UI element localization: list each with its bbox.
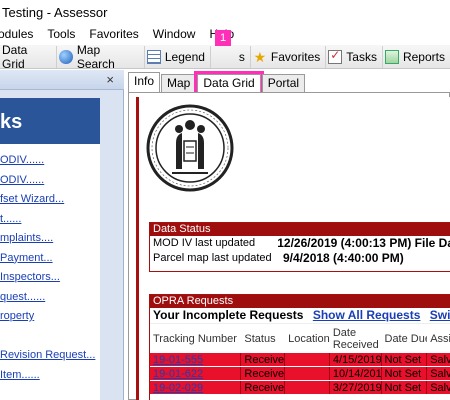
- date-received-cell: 4/15/2019: [330, 353, 382, 366]
- task-link[interactable]: Payment...: [0, 249, 100, 269]
- switch-back-link[interactable]: Switch Back: [430, 308, 450, 322]
- info-page: Data Status MOD IV last updated 12/26/20…: [136, 97, 450, 400]
- menu-modules[interactable]: odules: [0, 27, 33, 41]
- tab-map[interactable]: Map: [161, 74, 197, 92]
- task-link[interactable]: t......: [0, 210, 100, 230]
- tracking-link[interactable]: 19-02-029: [150, 381, 242, 394]
- county-seal-icon: [146, 104, 234, 192]
- window-title: Testing - Assessor: [0, 0, 450, 24]
- partial-button[interactable]: s: [211, 45, 251, 68]
- task-link[interactable]: Item......: [0, 366, 100, 386]
- task-panel-body: ks ODIV...... ODIV...... fset Wizard... …: [0, 98, 100, 400]
- menu-favorites[interactable]: Favorites: [89, 27, 138, 41]
- assigned-cell: Salva: [427, 381, 450, 394]
- location-cell: [285, 353, 330, 366]
- tab-info[interactable]: Info: [128, 72, 161, 92]
- data-grid-button-label: Data Grid: [2, 42, 28, 71]
- tasks-label: Tasks: [346, 49, 377, 64]
- tab-data-grid[interactable]: Data Grid: [194, 71, 264, 95]
- table-row[interactable]: 19-02-029 Received 3/27/2019 Not Set Sal…: [150, 381, 450, 395]
- star-icon: ★: [253, 48, 267, 65]
- column-header[interactable]: Status: [241, 333, 285, 345]
- date-due-cell: Not Set: [382, 353, 428, 366]
- data-status-row: MOD IV last updated 12/26/2019 (4:00:13 …: [150, 236, 450, 251]
- task-link[interactable]: roperty: [0, 307, 100, 327]
- column-header[interactable]: Date Received: [330, 327, 382, 351]
- opra-subtitle: Your Incomplete Requests: [153, 308, 304, 322]
- column-header[interactable]: Date Due: [382, 333, 428, 345]
- column-header[interactable]: Tracking Number: [150, 333, 241, 345]
- favorites-button[interactable]: ★ Favorites: [251, 45, 327, 68]
- opra-requests-panel: OPRA Requests Your Incomplete Requests S…: [149, 294, 450, 400]
- opra-subheader: Your Incomplete Requests Show All Reques…: [150, 308, 450, 323]
- task-link-spacer: [0, 327, 100, 347]
- column-header[interactable]: Assig: [427, 333, 450, 345]
- task-link[interactable]: quest......: [0, 288, 100, 308]
- data-status-header: Data Status: [150, 223, 450, 236]
- status-cell: Received: [241, 381, 286, 394]
- task-link[interactable]: ODIV......: [0, 151, 100, 171]
- task-panel-header: ×: [0, 70, 124, 90]
- date-received-cell: 10/14/2019: [330, 367, 382, 380]
- tracking-link[interactable]: 19-01-555: [150, 353, 242, 366]
- task-link[interactable]: Inspectors...: [0, 268, 100, 288]
- close-icon[interactable]: ×: [106, 72, 114, 87]
- menu-window[interactable]: Window: [153, 27, 196, 41]
- show-all-requests-link[interactable]: Show All Requests: [313, 308, 421, 322]
- reports-label: Reports: [402, 49, 445, 64]
- favorites-label: Favorites: [270, 49, 321, 64]
- data-grid-button[interactable]: Data Grid: [0, 42, 58, 71]
- table-row[interactable]: 19-01-555 Received 4/15/2019 Not Set Sal…: [150, 353, 450, 367]
- task-link[interactable]: ODIV......: [0, 171, 100, 191]
- data-status-row: Parcel map last updated 9/4/2018 (4:40:0…: [150, 251, 450, 266]
- globe-icon: [59, 49, 73, 64]
- tab-portal[interactable]: Portal: [261, 74, 306, 92]
- status-cell: Received: [241, 353, 286, 366]
- assigned-cell: Salva: [427, 367, 450, 380]
- status-cell: Received: [241, 367, 286, 380]
- task-link[interactable]: Revision Request...: [0, 346, 100, 366]
- toolbar: Data Grid Map Search Legend s ★ Favorites…: [0, 42, 450, 71]
- tasks-button[interactable]: Tasks: [326, 45, 383, 68]
- table-row[interactable]: 19-01-622 Received 10/14/2019 Not Set Sa…: [150, 367, 450, 381]
- status-label: MOD IV last updated: [153, 237, 256, 249]
- reports-button[interactable]: Reports: [383, 46, 450, 68]
- opra-header: OPRA Requests: [150, 295, 450, 308]
- partial-button-label: s: [238, 49, 245, 64]
- location-cell: [285, 367, 330, 380]
- assigned-cell: Salva: [427, 353, 450, 366]
- date-received-cell: 3/27/2019: [330, 381, 382, 394]
- task-panel-title: ks: [0, 98, 100, 144]
- reports-icon: [384, 49, 399, 64]
- tracking-link[interactable]: 19-01-622: [150, 367, 242, 380]
- date-due-cell: Not Set: [382, 381, 428, 394]
- map-search-button[interactable]: Map Search: [57, 42, 145, 71]
- data-status-panel: Data Status MOD IV last updated 12/26/20…: [149, 222, 450, 272]
- task-link[interactable]: mplaints....: [0, 229, 100, 249]
- legend-button[interactable]: Legend: [145, 45, 211, 68]
- table-header: Tracking Number Status Location Date Rec…: [150, 323, 450, 353]
- tasks-icon: [328, 48, 343, 64]
- task-links: ODIV...... ODIV...... fset Wizard... t..…: [0, 151, 100, 385]
- map-search-label: Map Search: [76, 42, 115, 71]
- info-content: Data Status MOD IV last updated 12/26/20…: [128, 92, 450, 400]
- location-cell: [285, 381, 330, 394]
- legend-label: Legend: [164, 49, 205, 64]
- date-due-cell: Not Set: [382, 367, 428, 380]
- status-label: Parcel map last updated: [153, 252, 272, 264]
- menu-tools[interactable]: Tools: [47, 27, 75, 41]
- legend-icon: [146, 49, 161, 64]
- status-value: 9/4/2018 (4:40:00 PM): [283, 251, 404, 265]
- task-link[interactable]: fset Wizard...: [0, 190, 100, 210]
- status-value: 12/26/2019 (4:00:13 PM) File Dat: [277, 236, 450, 250]
- annotation-marker: 1: [215, 30, 231, 46]
- column-header[interactable]: Location: [285, 333, 330, 345]
- task-panel: × ks ODIV...... ODIV...... fset Wizard..…: [0, 70, 124, 400]
- content-tabs: Info Map Data Grid Portal: [128, 71, 306, 95]
